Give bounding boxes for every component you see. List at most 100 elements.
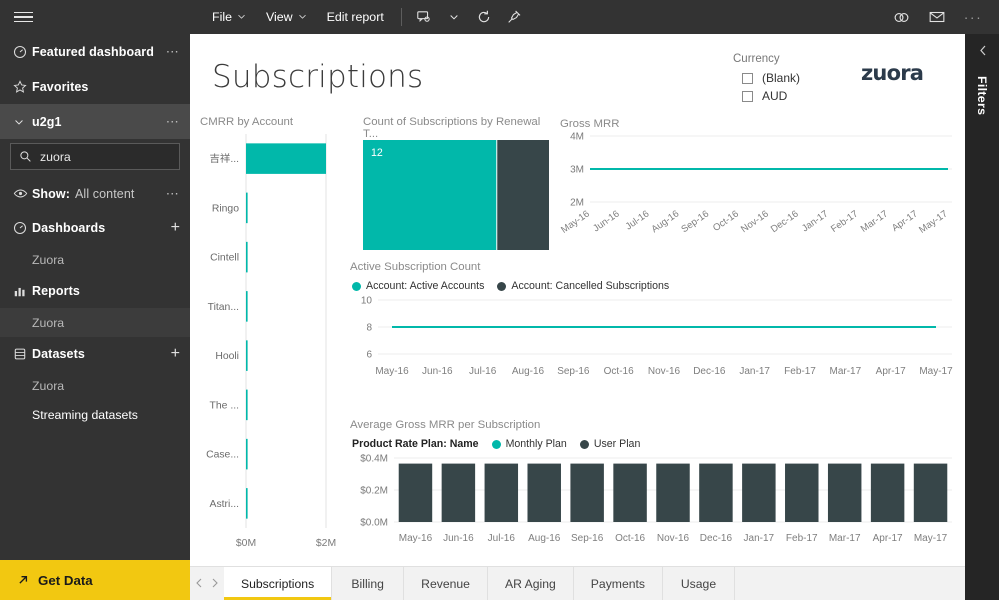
sidebar-dataset-zuora[interactable]: Zuora — [0, 371, 190, 400]
sidebar-workspace-u2g1[interactable]: u2g1 ⋯ — [0, 104, 190, 139]
tab-ar-aging[interactable]: AR Aging — [488, 567, 574, 600]
hamburger-menu-button[interactable] — [0, 0, 190, 34]
filters-panel-collapsed[interactable]: Filters — [965, 34, 999, 600]
file-menu-label: File — [212, 10, 232, 24]
sidebar-report-zuora[interactable]: Zuora — [0, 308, 190, 337]
legend-active-subscription-count: Account: Active Accounts Account: Cancel… — [352, 280, 960, 292]
sidebar-show-filter[interactable]: Show: All content ⋯ — [0, 176, 190, 211]
legend-item[interactable]: User Plan — [579, 438, 641, 450]
legend-item[interactable]: Account: Active Accounts — [352, 280, 484, 292]
power-bi-app: Featured dashboard ⋯ Favorites u2g1 ⋯ zu… — [0, 0, 999, 600]
visual-active-subscription-count[interactable]: Active Subscription Count Account: Activ… — [350, 261, 960, 401]
visual-cmrr-by-account[interactable]: CMRR by Account 吉祥... Ringo Cintell Titan..… — [198, 116, 358, 566]
tab-usage[interactable]: Usage — [663, 567, 735, 600]
chevron-right-icon[interactable] — [211, 578, 219, 590]
eye-icon — [13, 186, 32, 201]
report-page-tabs: Subscriptions Billing Revenue AR Aging P… — [190, 566, 965, 600]
visual-title: Average Gross MRR per Subscription — [350, 419, 541, 431]
get-data-button[interactable]: Get Data — [0, 560, 190, 600]
svg-text:$2M: $2M — [316, 538, 336, 549]
group-label: Datasets — [32, 347, 85, 361]
svg-text:Mar-17: Mar-17 — [829, 533, 861, 544]
sidebar-featured-ellipsis[interactable]: ⋯ — [166, 45, 180, 58]
sidebar-item-label: Favorites — [32, 79, 89, 94]
tab-subscriptions[interactable]: Subscriptions — [224, 567, 333, 600]
refresh-icon[interactable] — [469, 0, 499, 34]
main-area: File View Edit report ··· Subscriptions … — [190, 0, 999, 600]
gauge-icon — [13, 45, 32, 59]
tab-revenue[interactable]: Revenue — [404, 567, 488, 600]
tab-label: Subscriptions — [241, 576, 315, 591]
slicer-title: Currency — [733, 53, 780, 65]
svg-text:May-16: May-16 — [560, 208, 592, 235]
visual-average-gross-mrr-per-subscription[interactable]: Average Gross MRR per Subscription Produ… — [350, 419, 960, 566]
tab-payments[interactable]: Payments — [574, 567, 663, 600]
legend-item[interactable]: Monthly Plan — [491, 438, 567, 450]
filters-panel-label: Filters — [975, 76, 989, 116]
add-dashboard-button[interactable]: + — [171, 220, 180, 236]
sidebar-group-datasets[interactable]: Datasets + — [0, 337, 190, 371]
svg-text:2M: 2M — [570, 198, 584, 209]
list-item-label: Zuora — [32, 315, 65, 330]
chevron-down-icon[interactable] — [439, 0, 469, 34]
show-ellipsis[interactable]: ⋯ — [166, 187, 180, 200]
svg-text:$0.4M: $0.4M — [360, 454, 388, 465]
view-menu-button[interactable]: View — [256, 0, 317, 34]
svg-text:Case...: Case... — [206, 450, 239, 461]
tab-billing[interactable]: Billing — [332, 567, 405, 600]
svg-text:Apr-17: Apr-17 — [890, 208, 920, 234]
workspace-ellipsis[interactable]: ⋯ — [166, 115, 180, 128]
svg-text:Jun-16: Jun-16 — [422, 366, 453, 377]
svg-text:Hooli: Hooli — [215, 351, 239, 362]
search-icon — [19, 150, 32, 163]
svg-text:Titan...: Titan... — [208, 302, 239, 313]
list-item-label: Zuora — [32, 378, 65, 393]
legend-swatch — [491, 439, 501, 449]
chevron-left-icon[interactable] — [195, 578, 203, 590]
pin-icon[interactable] — [499, 0, 529, 34]
svg-text:Astri...: Astri... — [210, 499, 239, 510]
insights-comment-icon[interactable] — [409, 0, 439, 34]
list-item-label: Zuora — [32, 252, 65, 267]
toolbar-right-actions: ··· — [883, 0, 999, 34]
visual-count-subscriptions-renewal-term[interactable]: Count of Subscriptions by Renewal T... 1… — [363, 116, 553, 251]
mail-icon[interactable] — [919, 0, 955, 34]
more-ellipsis-label: ··· — [963, 9, 983, 25]
more-ellipsis-icon[interactable]: ··· — [955, 0, 991, 34]
edit-report-button[interactable]: Edit report — [317, 0, 394, 34]
search-input[interactable]: zuora — [10, 143, 180, 170]
chevron-left-icon[interactable] — [977, 44, 988, 60]
visual-gross-mrr[interactable]: Gross MRR 2M 3M 4M May-16 Jun-16 Jul-16 Aug-16… — [559, 118, 960, 253]
sidebar-group-reports[interactable]: Reports — [0, 274, 190, 308]
tab-label: AR Aging — [504, 576, 556, 591]
legend-label: User Plan — [593, 438, 641, 450]
left-navigation-sidebar: Featured dashboard ⋯ Favorites u2g1 ⋯ zu… — [0, 0, 190, 600]
legend-label: Account: Active Accounts — [366, 280, 485, 292]
svg-text:Aug-16: Aug-16 — [528, 533, 561, 544]
svg-text:Jun-16: Jun-16 — [443, 533, 474, 544]
checkbox-icon[interactable] — [742, 90, 753, 102]
cmrr-chart-svg: 吉祥... Ringo Cintell Titan... Hooli The ... Cas… — [206, 134, 336, 549]
slicer-option-aud[interactable]: AUD — [742, 89, 800, 103]
sidebar-item-favorites[interactable]: Favorites — [0, 69, 190, 104]
svg-text:Sep-16: Sep-16 — [557, 366, 590, 377]
sidebar-item-featured-dashboard[interactable]: Featured dashboard ⋯ — [0, 34, 190, 69]
sidebar-dashboard-zuora[interactable]: Zuora — [0, 245, 190, 274]
svg-text:May-16: May-16 — [399, 533, 433, 544]
show-value: All content — [75, 186, 135, 201]
svg-text:Apr-17: Apr-17 — [873, 533, 903, 544]
file-menu-button[interactable]: File — [202, 0, 256, 34]
checkbox-icon[interactable] — [742, 72, 753, 84]
add-dataset-button[interactable]: + — [171, 346, 180, 362]
view-menu-label: View — [265, 10, 293, 24]
slicer-option-blank[interactable]: (Blank) — [742, 71, 800, 85]
svg-text:May-17: May-17 — [919, 366, 953, 377]
share-link-icon[interactable] — [883, 0, 919, 34]
legend-item[interactable]: Account: Cancelled Subscriptions — [497, 280, 669, 292]
report-bars-icon — [13, 284, 32, 298]
legend-swatch — [579, 439, 589, 449]
svg-text:$0.0M: $0.0M — [360, 518, 388, 529]
svg-text:Mar-17: Mar-17 — [859, 208, 890, 234]
sidebar-dataset-streaming[interactable]: Streaming datasets — [0, 400, 190, 429]
sidebar-group-dashboards[interactable]: Dashboards + — [0, 211, 190, 245]
